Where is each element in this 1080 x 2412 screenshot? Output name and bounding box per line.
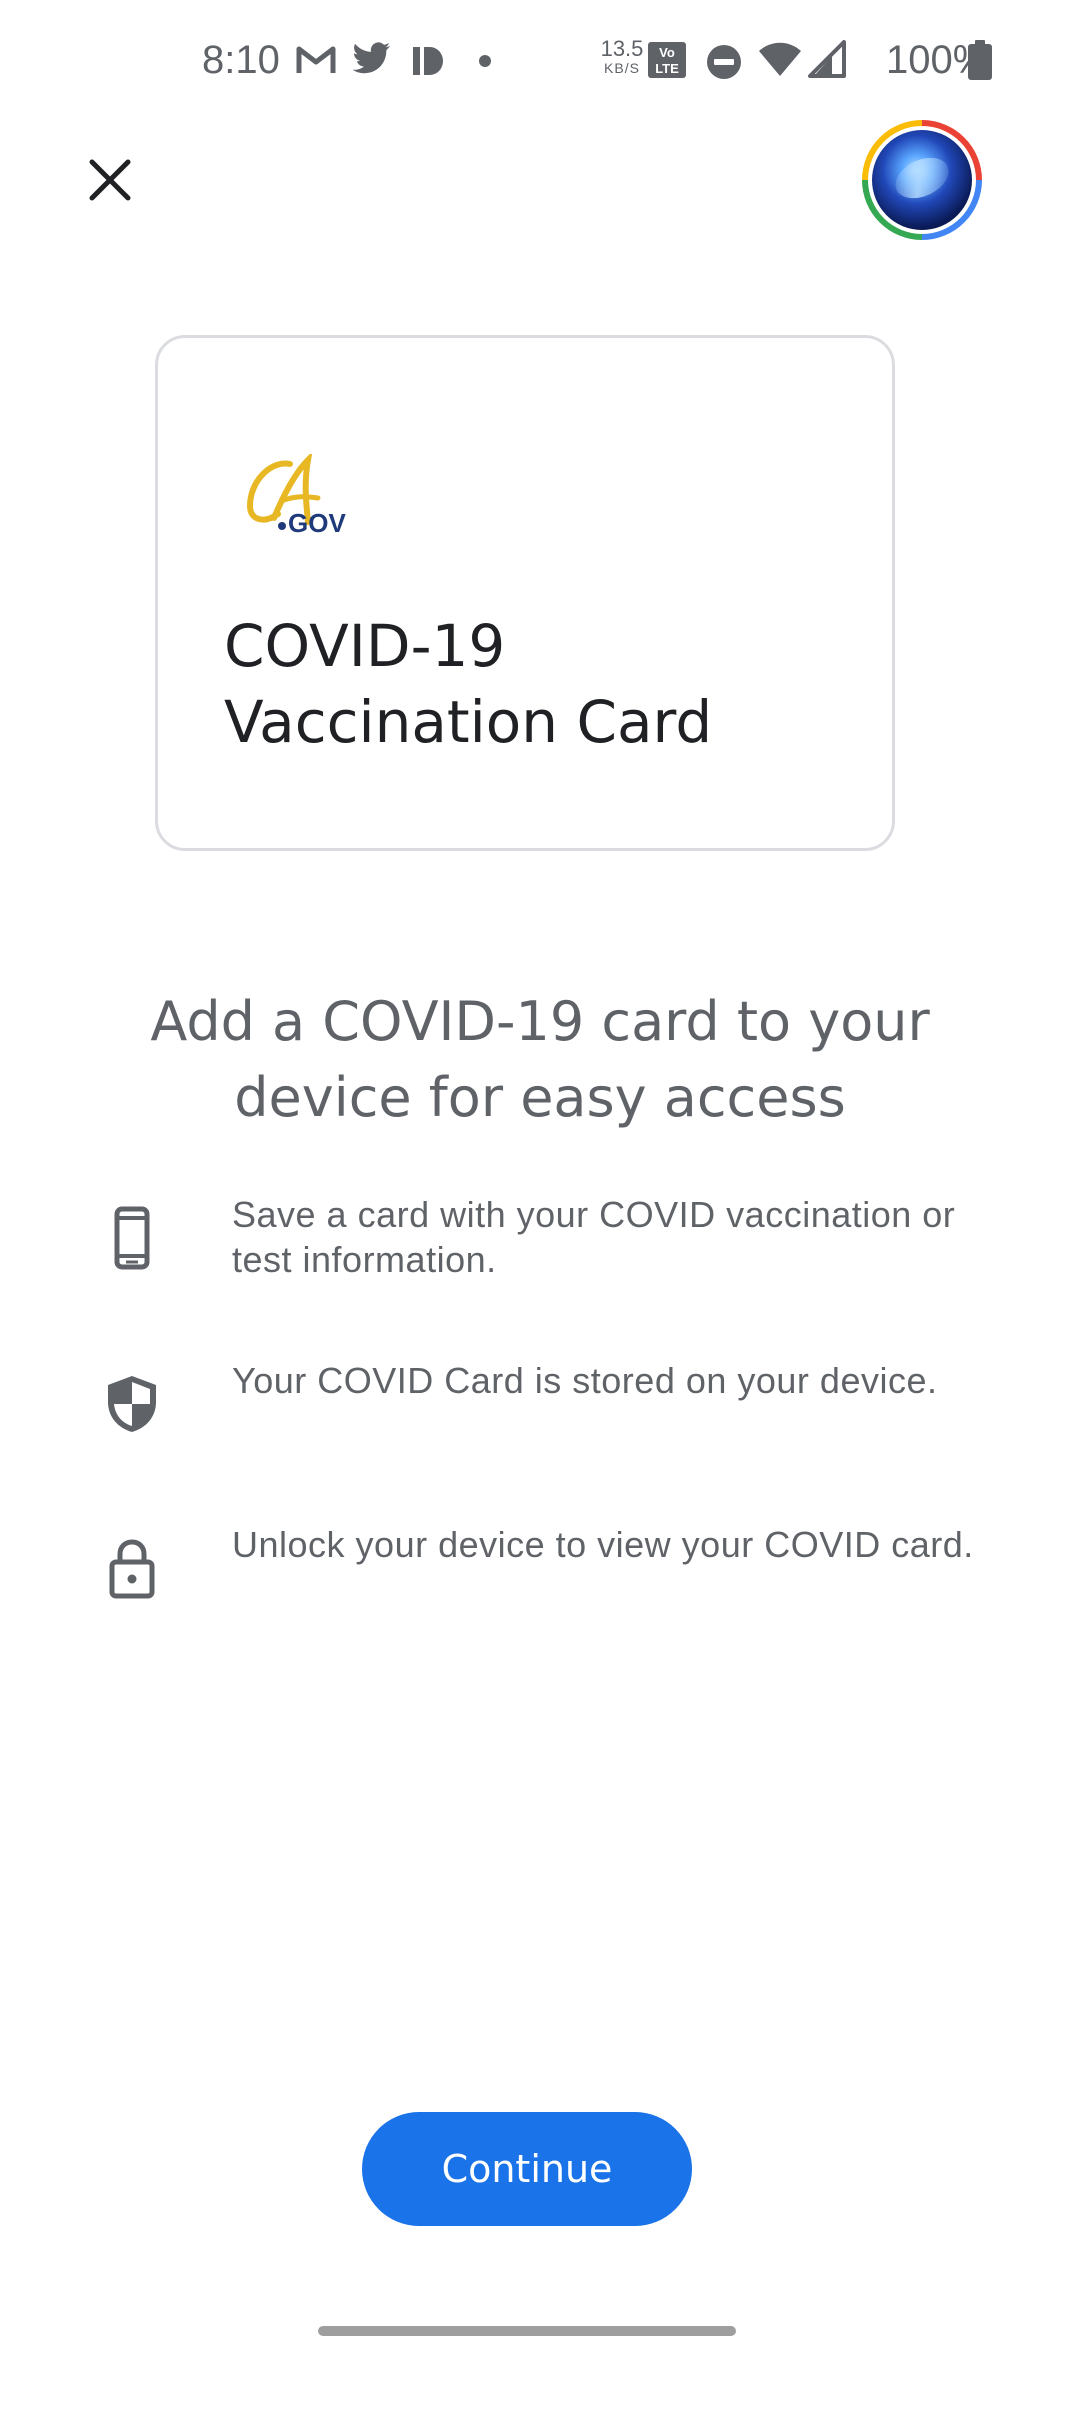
phone-icon (114, 1206, 150, 1270)
continue-button[interactable]: Continue (362, 2112, 692, 2226)
network-speed-value: 13.5 (600, 36, 644, 61)
feature-text: Save a card with your COVID vaccination … (232, 1194, 956, 1280)
wifi-icon (759, 42, 801, 76)
volte-icon: Vo LTE (648, 42, 686, 78)
account-avatar[interactable] (862, 120, 982, 240)
card-preview: GOV COVID-19 Vaccination Card (155, 335, 895, 851)
network-speed: 13.5 KB/S (596, 36, 648, 77)
do-not-disturb-icon (707, 45, 741, 79)
cellular-signal-icon (808, 40, 846, 78)
shield-icon (108, 1376, 156, 1432)
avatar-inner (868, 126, 976, 234)
close-button[interactable] (72, 142, 148, 218)
close-icon (89, 159, 131, 201)
gesture-nav-handle[interactable] (318, 2326, 736, 2336)
svg-text:GOV: GOV (288, 508, 346, 534)
network-speed-unit: KB/S (604, 60, 640, 76)
svg-text:Vo: Vo (659, 45, 675, 60)
feature-text: Unlock your device to view your COVID ca… (232, 1524, 974, 1565)
status-time: 8:10 (202, 38, 280, 82)
lock-icon (109, 1539, 155, 1599)
avatar-image (872, 130, 972, 230)
twitter-icon (352, 42, 390, 74)
ca-gov-logo: GOV (246, 454, 346, 534)
svg-text:LTE: LTE (655, 61, 679, 76)
patreon-icon (413, 47, 443, 75)
battery-icon (968, 40, 992, 80)
more-notifications-dot-icon (479, 55, 491, 67)
add-covid-card-screen: 8:10 13.5 KB/S Vo LTE 100% GOV COVID-19 … (0, 0, 1080, 2412)
status-bar: 8:10 13.5 KB/S Vo LTE 100% (0, 0, 1080, 120)
page-headline: Add a COVID-19 card to your device for e… (150, 990, 930, 1129)
card-title: COVID-19 Vaccination Card (224, 612, 713, 756)
gmail-icon (296, 46, 336, 73)
feature-text: Your COVID Card is stored on your device… (232, 1360, 938, 1401)
